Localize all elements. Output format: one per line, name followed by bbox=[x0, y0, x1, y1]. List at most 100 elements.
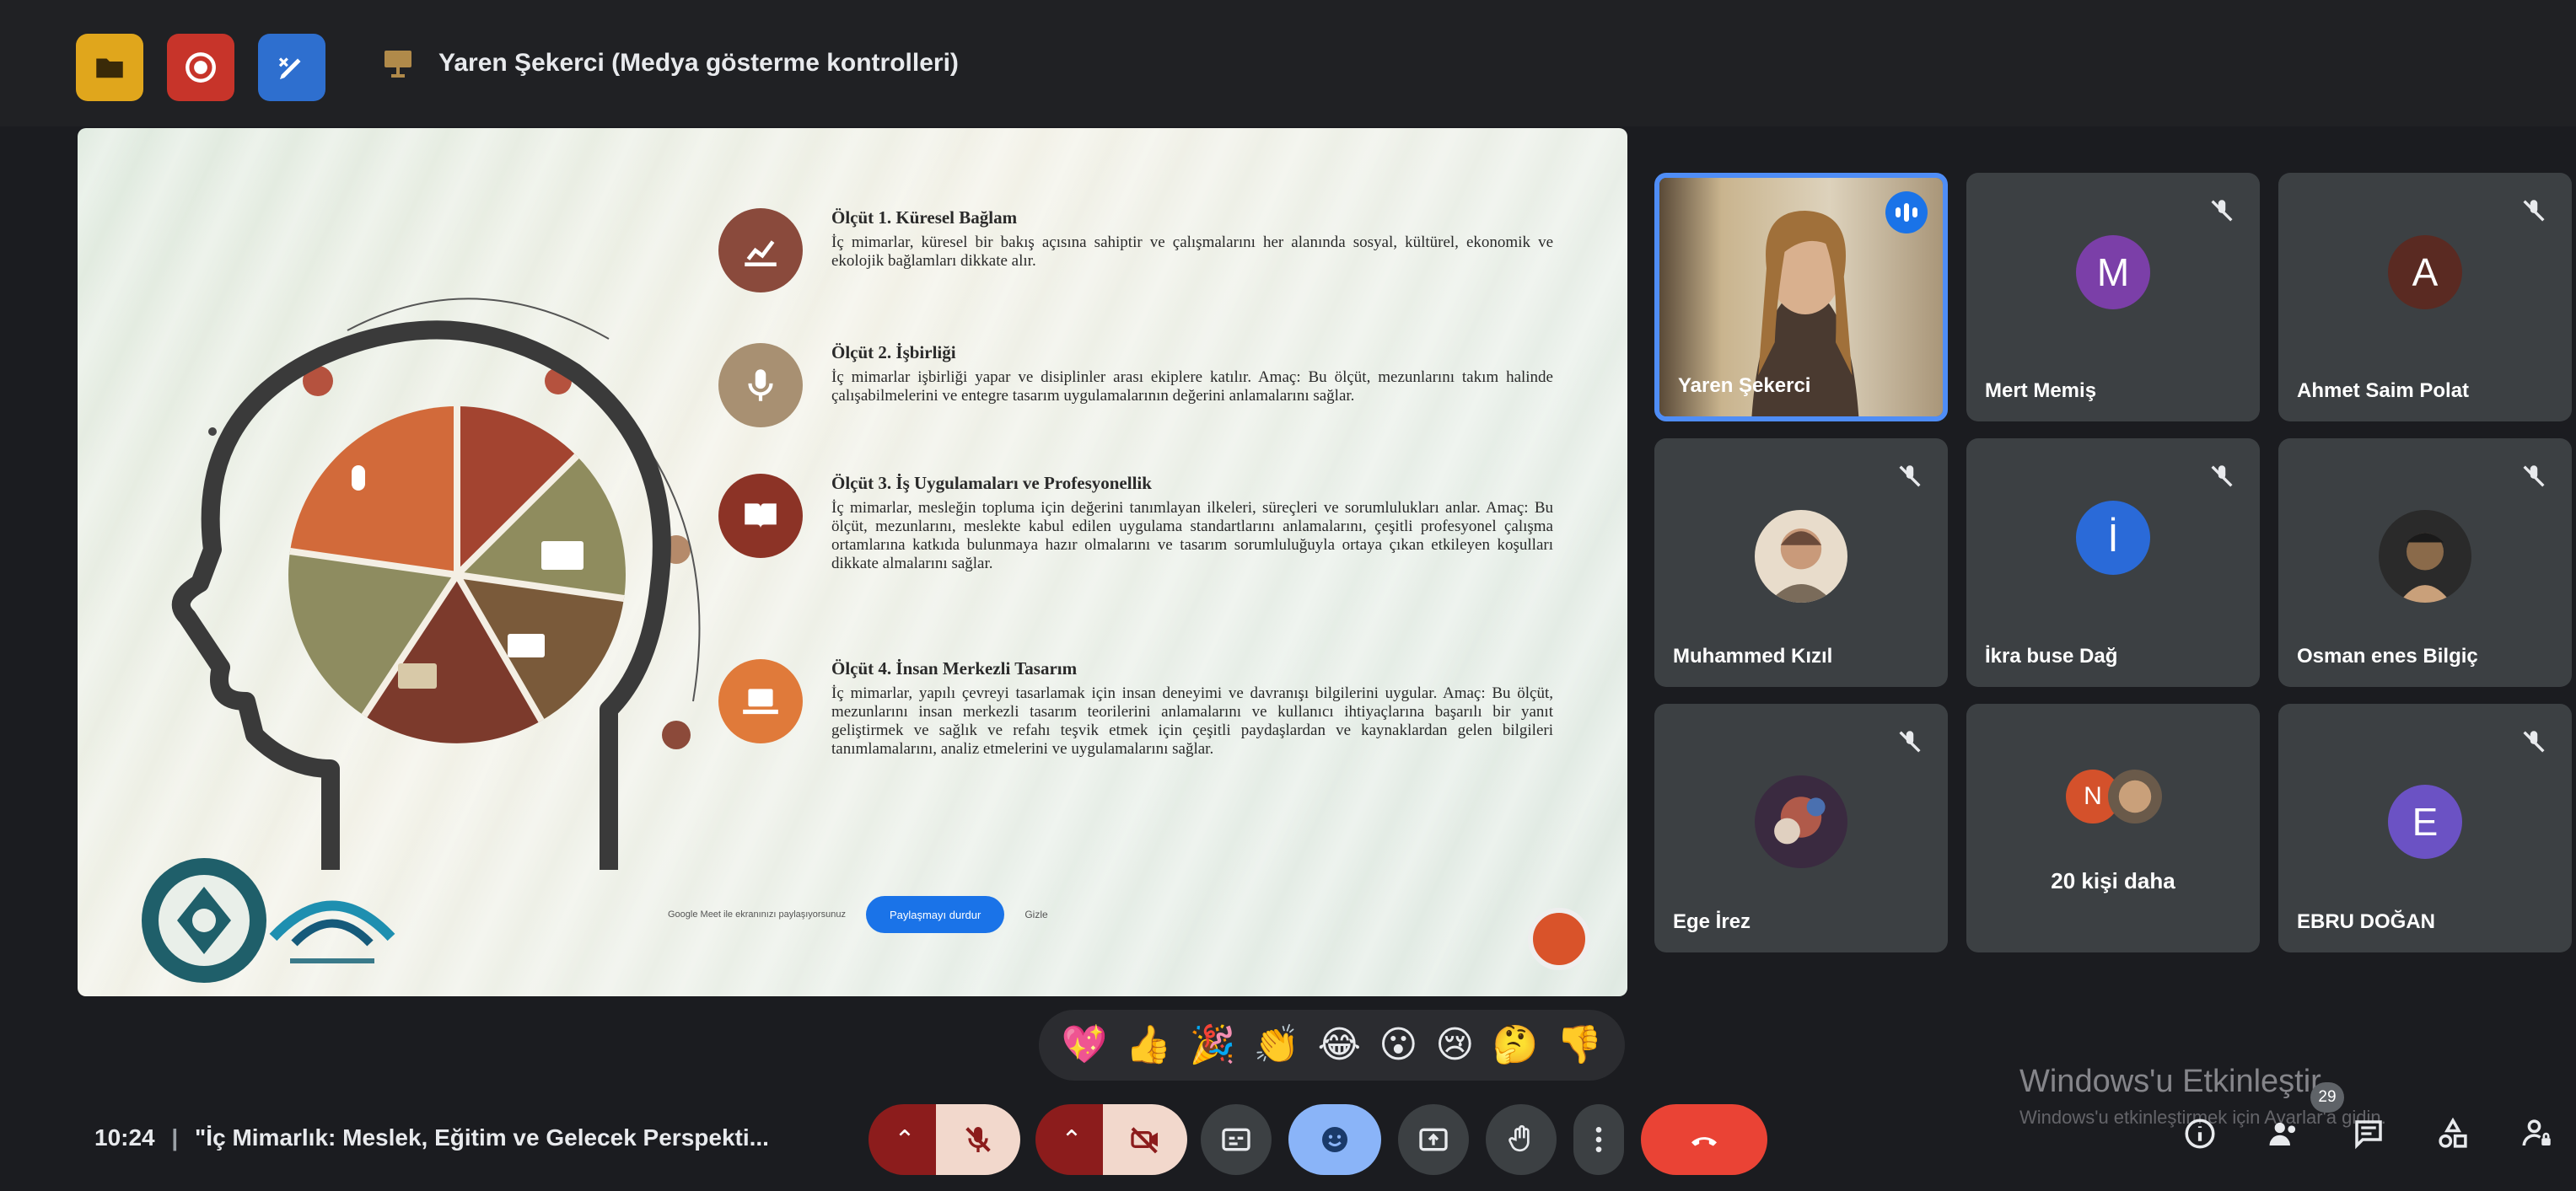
present-screen-icon bbox=[1419, 1128, 1448, 1151]
participant-tile[interactable]: İ İkra buse Dağ bbox=[1966, 438, 2260, 687]
present-now-button[interactable] bbox=[1398, 1104, 1469, 1175]
participant-name: EBRU DOĞAN bbox=[2297, 910, 2436, 933]
folder-button[interactable] bbox=[76, 34, 143, 101]
criterion-text: İç mimarlar, mesleğin topluma için değer… bbox=[831, 499, 1553, 572]
participant-name: Osman enes Bilgiç bbox=[2297, 645, 2478, 668]
annotate-button[interactable] bbox=[258, 34, 325, 101]
activate-windows-title: Windows'u Etkinleştir bbox=[2019, 1064, 2321, 1099]
avatar bbox=[1755, 510, 1847, 603]
participant-name: Mert Memiş bbox=[1985, 379, 2097, 402]
camera-off-icon bbox=[1131, 1127, 1158, 1154]
participant-name: İkra buse Dağ bbox=[1985, 645, 2118, 668]
criterion-4: Ölçüt 4. İnsan Merkezli Tasarım İç mimar… bbox=[718, 659, 1553, 759]
book-icon bbox=[745, 503, 777, 528]
record-button[interactable] bbox=[167, 34, 234, 101]
screen-share-bar: Google Meet ile ekranınızı paylaşıyorsun… bbox=[668, 892, 1157, 937]
participant-tile[interactable]: Muhammed Kızıl bbox=[1654, 438, 1948, 687]
emoji-icon bbox=[1322, 1127, 1347, 1152]
participant-tile[interactable]: E EBRU DOĞAN bbox=[2278, 704, 2572, 952]
participant-name: Muhammed Kızıl bbox=[1673, 645, 1833, 668]
chat-icon bbox=[2355, 1120, 2382, 1150]
pen-icon bbox=[278, 57, 301, 79]
stop-sharing-button[interactable]: Paylaşmayı durdur bbox=[865, 896, 1005, 933]
people-button[interactable] bbox=[2260, 1109, 2309, 1158]
chart-icon bbox=[745, 240, 777, 266]
leave-call-button[interactable] bbox=[1641, 1104, 1767, 1175]
recording-indicator bbox=[1528, 908, 1590, 970]
record-icon bbox=[186, 52, 216, 83]
raise-hand-button[interactable] bbox=[1486, 1104, 1557, 1175]
participant-tile[interactable]: Yaren Şekerci bbox=[1654, 173, 1948, 421]
participant-tile[interactable]: M Mert Memiş bbox=[1966, 173, 2260, 421]
microphone-icon bbox=[748, 369, 773, 401]
mic-off-icon bbox=[2523, 200, 2545, 222]
laptop-icon bbox=[743, 689, 778, 715]
participant-tile[interactable]: A Ahmet Saim Polat bbox=[2278, 173, 2572, 421]
party-reaction[interactable]: 🎉 bbox=[1190, 1027, 1236, 1064]
avatar: A bbox=[2388, 235, 2462, 309]
heart-reaction[interactable]: 💖 bbox=[1062, 1027, 1108, 1064]
mic-off-icon bbox=[2211, 465, 2233, 487]
meeting-details-button[interactable] bbox=[2175, 1109, 2224, 1158]
surprised-reaction[interactable]: 😮 bbox=[1379, 1027, 1417, 1064]
host-controls-button[interactable] bbox=[2513, 1109, 2562, 1158]
criterion-text: İç mimarlar, küresel bir bakış açısına s… bbox=[831, 233, 1553, 270]
shapes-icon bbox=[2439, 1117, 2467, 1148]
criterion-1: Ölçüt 1. Küresel Bağlam İç mimarlar, kür… bbox=[718, 208, 1553, 292]
captions-button[interactable] bbox=[1201, 1104, 1272, 1175]
criterion-title: Ölçüt 3. İş Uygulamaları ve Profesyonell… bbox=[831, 473, 1152, 493]
more-participants-tile[interactable]: N 20 kişi daha bbox=[1966, 704, 2260, 952]
thinking-reaction[interactable]: 🤔 bbox=[1492, 1027, 1539, 1064]
avatar bbox=[1755, 775, 1847, 868]
criterion-text: İç mimarlar işbirliği yapar ve disiplinl… bbox=[831, 368, 1553, 405]
more-participants-label: 20 kişi daha bbox=[2051, 868, 2175, 893]
profile-photo bbox=[2399, 533, 2451, 603]
criterion-2: Ölçüt 2. İşbirliği İç mimarlar işbirliği… bbox=[718, 343, 1553, 427]
participant-name: Ahmet Saim Polat bbox=[2297, 379, 2470, 402]
more-options-button[interactable] bbox=[1573, 1104, 1624, 1175]
hide-share-bar-button[interactable]: Gizle bbox=[1024, 909, 1047, 920]
thumbs-up-reaction[interactable]: 👍 bbox=[1126, 1027, 1172, 1064]
audio-options-chevron[interactable]: ⌃ bbox=[869, 1104, 941, 1175]
top-bar: Yaren Şekerci (Medya gösterme kontroller… bbox=[0, 0, 2576, 126]
chat-button[interactable] bbox=[2344, 1109, 2393, 1158]
shared-slide: Ölçüt 1. Küresel Bağlam İç mimarlar, kür… bbox=[78, 128, 1627, 996]
speaking-indicator bbox=[1885, 191, 1928, 233]
people-icon bbox=[2269, 1122, 2296, 1145]
laugh-reaction[interactable]: 😂 bbox=[1318, 1027, 1361, 1064]
sad-reaction[interactable]: 😢 bbox=[1435, 1027, 1474, 1064]
meeting-info: 10:24 | "İç Mimarlık: Meslek, Eğitim ve … bbox=[94, 1124, 769, 1151]
mic-off-icon bbox=[1899, 731, 1921, 753]
thumbs-down-reaction[interactable]: 👎 bbox=[1557, 1027, 1603, 1064]
participant-tile[interactable]: Osman enes Bilgiç bbox=[2278, 438, 2572, 687]
captions-icon bbox=[1222, 1128, 1250, 1151]
avatar bbox=[2379, 510, 2471, 603]
avatar: M bbox=[2076, 235, 2150, 309]
participant-name: Yaren Şekerci bbox=[1678, 374, 1811, 397]
info-icon bbox=[2185, 1119, 2215, 1149]
academy-logo bbox=[269, 900, 395, 963]
presenter-label[interactable]: Yaren Şekerci (Medya gösterme kontroller… bbox=[438, 49, 959, 78]
emoji-reactions-button[interactable] bbox=[1288, 1104, 1381, 1175]
participant-tile[interactable]: Ege İrez bbox=[1654, 704, 1948, 952]
mic-off-icon bbox=[1899, 465, 1921, 487]
camera-toggle-button[interactable] bbox=[1103, 1104, 1187, 1175]
avatar bbox=[2108, 770, 2162, 824]
meeting-title: "İç Mimarlık: Meslek, Eğitim ve Gelecek … bbox=[195, 1124, 769, 1151]
mic-toggle-button[interactable] bbox=[936, 1104, 1020, 1175]
mic-off-icon bbox=[965, 1127, 991, 1152]
reactions-bar: 💖 👍 🎉 👏 😂 😮 😢 🤔 👎 bbox=[1039, 1010, 1625, 1081]
clap-reaction[interactable]: 👏 bbox=[1254, 1027, 1300, 1064]
mic-off-icon bbox=[2211, 200, 2233, 222]
share-notice: Google Meet ile ekranınızı paylaşıyorsun… bbox=[668, 909, 846, 920]
participant-name: Ege İrez bbox=[1673, 910, 1751, 933]
activities-button[interactable] bbox=[2428, 1109, 2477, 1158]
video-options-chevron[interactable]: ⌃ bbox=[1035, 1104, 1108, 1175]
clock: 10:24 bbox=[94, 1124, 155, 1151]
criterion-3: Ölçüt 3. İş Uygulamaları ve Profesyonell… bbox=[718, 474, 1553, 573]
lock-person-icon bbox=[2522, 1119, 2551, 1146]
participant-count-badge: 29 bbox=[2310, 1082, 2344, 1113]
avatar: E bbox=[2388, 785, 2462, 859]
presentation-icon bbox=[385, 51, 411, 78]
more-vert-icon bbox=[1595, 1127, 1602, 1152]
